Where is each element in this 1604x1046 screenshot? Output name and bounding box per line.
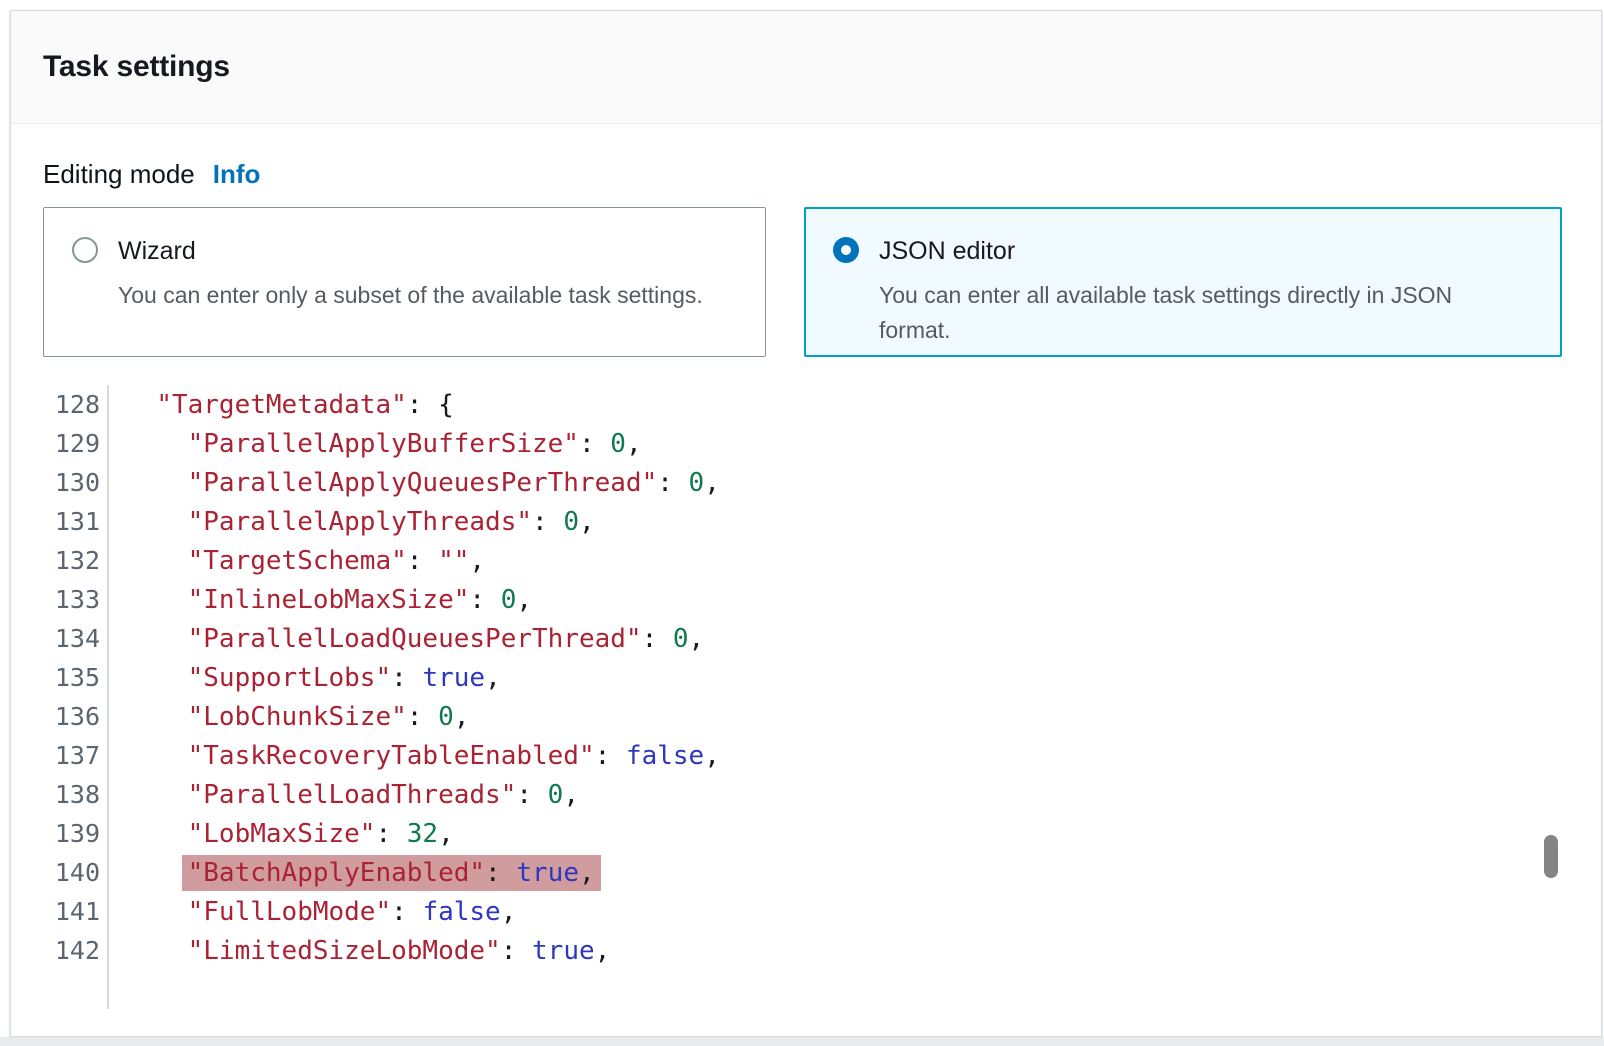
line-number: 134 xyxy=(43,624,100,653)
json-value: { xyxy=(438,390,454,420)
json-value: "" xyxy=(438,546,469,576)
code-line[interactable]: 138 "ParallelLoadThreads": 0, xyxy=(43,775,1569,814)
line-number: 132 xyxy=(43,546,100,575)
json-value: 0 xyxy=(438,702,454,732)
code-text: "SupportLobs": true, xyxy=(109,663,501,693)
code-text: "ParallelApplyThreads": 0, xyxy=(109,507,595,537)
json-key: "ParallelApplyThreads" xyxy=(188,507,532,537)
json-value: 0 xyxy=(673,624,689,654)
task-settings-panel: Task settings Editing mode Info Wizard Y… xyxy=(10,10,1602,1037)
json-value: true xyxy=(516,858,579,888)
json-editor[interactable]: 128 "TargetMetadata": {129 "ParallelAppl… xyxy=(43,385,1569,1009)
code-line[interactable]: 137 "TaskRecoveryTableEnabled": false, xyxy=(43,736,1569,775)
code-line[interactable]: 139 "LobMaxSize": 32, xyxy=(43,814,1569,853)
json-value: 0 xyxy=(501,585,517,615)
json-key: "LobMaxSize" xyxy=(188,819,376,849)
tile-json-editor[interactable]: JSON editor You can enter all available … xyxy=(804,207,1562,357)
json-key: "ParallelLoadQueuesPerThread" xyxy=(188,624,642,654)
panel-header: Task settings xyxy=(11,11,1601,124)
wizard-title: Wizard xyxy=(118,236,703,266)
code-line[interactable]: 142 "LimitedSizeLobMode": true, xyxy=(43,931,1569,970)
json-value: true xyxy=(422,663,485,693)
json-editor-radio[interactable] xyxy=(833,237,859,263)
code-line[interactable]: 141 "FullLobMode": false, xyxy=(43,892,1569,931)
json-key: "InlineLobMaxSize" xyxy=(188,585,470,615)
json-key: "LobChunkSize" xyxy=(188,702,407,732)
json-key: "ParallelLoadThreads" xyxy=(188,780,517,810)
json-key: "TaskRecoveryTableEnabled" xyxy=(188,741,595,771)
code-text: "InlineLobMaxSize": 0, xyxy=(109,585,532,615)
line-number: 131 xyxy=(43,507,100,536)
json-key: "TargetMetadata" xyxy=(156,390,406,420)
line-number: 141 xyxy=(43,897,100,926)
code-line[interactable]: 134 "ParallelLoadQueuesPerThread": 0, xyxy=(43,619,1569,658)
code-line[interactable]: 133 "InlineLobMaxSize": 0, xyxy=(43,580,1569,619)
json-value: false xyxy=(422,897,500,927)
code-lines: 128 "TargetMetadata": {129 "ParallelAppl… xyxy=(43,385,1569,1009)
json-value: 0 xyxy=(610,429,626,459)
line-number: 142 xyxy=(43,936,100,965)
code-text: "TargetMetadata": { xyxy=(109,390,454,420)
code-text: "FullLobMode": false, xyxy=(109,897,516,927)
code-line[interactable]: 140 "BatchApplyEnabled": true, xyxy=(43,853,1569,892)
code-line[interactable]: 135 "SupportLobs": true, xyxy=(43,658,1569,697)
code-text: "TargetSchema": "", xyxy=(109,546,485,576)
json-value: true xyxy=(532,936,595,966)
code-text: "BatchApplyEnabled": true, xyxy=(109,858,595,888)
highlighted-code: "BatchApplyEnabled": true, xyxy=(182,855,601,891)
json-editor-title: JSON editor xyxy=(879,236,1524,266)
line-number: 129 xyxy=(43,429,100,458)
json-value: 0 xyxy=(563,507,579,537)
code-line[interactable]: 131 "ParallelApplyThreads": 0, xyxy=(43,502,1569,541)
code-line[interactable]: 129 "ParallelApplyBufferSize": 0, xyxy=(43,424,1569,463)
json-key: "FullLobMode" xyxy=(188,897,392,927)
code-text: "ParallelLoadThreads": 0, xyxy=(109,780,579,810)
code-line[interactable]: 130 "ParallelApplyQueuesPerThread": 0, xyxy=(43,463,1569,502)
json-key: "BatchApplyEnabled" xyxy=(188,858,485,888)
json-key: "TargetSchema" xyxy=(188,546,407,576)
json-value: 0 xyxy=(689,468,705,498)
code-line[interactable]: 136 "LobChunkSize": 0, xyxy=(43,697,1569,736)
page-title: Task settings xyxy=(43,50,230,84)
json-value: 0 xyxy=(548,780,564,810)
code-text: "LobChunkSize": 0, xyxy=(109,702,469,732)
json-value: 32 xyxy=(407,819,438,849)
wizard-radio[interactable] xyxy=(72,237,98,263)
line-number: 138 xyxy=(43,780,100,809)
json-key: "SupportLobs" xyxy=(188,663,392,693)
code-text: "ParallelApplyBufferSize": 0, xyxy=(109,429,642,459)
editing-mode-row: Editing mode Info xyxy=(43,159,1569,190)
code-text: "LimitedSizeLobMode": true, xyxy=(109,936,610,966)
line-number: 133 xyxy=(43,585,100,614)
code-text: "ParallelLoadQueuesPerThread": 0, xyxy=(109,624,704,654)
line-number: 128 xyxy=(43,390,100,419)
gutter-divider xyxy=(107,970,109,1009)
wizard-description: You can enter only a subset of the avail… xyxy=(118,278,703,313)
scrollbar-thumb[interactable] xyxy=(1544,835,1558,878)
editing-mode-tiles: Wizard You can enter only a subset of th… xyxy=(43,207,1569,357)
info-link[interactable]: Info xyxy=(213,159,261,190)
code-line[interactable] xyxy=(43,970,1569,1009)
line-number: 135 xyxy=(43,663,100,692)
line-number: 130 xyxy=(43,468,100,497)
code-line[interactable]: 128 "TargetMetadata": { xyxy=(43,385,1569,424)
editing-mode-label: Editing mode xyxy=(43,159,195,190)
line-number: 140 xyxy=(43,858,100,887)
code-text: "ParallelApplyQueuesPerThread": 0, xyxy=(109,468,720,498)
code-line[interactable]: 132 "TargetSchema": "", xyxy=(43,541,1569,580)
line-number: 136 xyxy=(43,702,100,731)
json-key: "ParallelApplyBufferSize" xyxy=(188,429,579,459)
tile-wizard[interactable]: Wizard You can enter only a subset of th… xyxy=(43,207,766,357)
page-background-strip xyxy=(0,1037,1604,1046)
json-editor-description: You can enter all available task setting… xyxy=(879,278,1524,348)
json-value: false xyxy=(626,741,704,771)
json-key: "LimitedSizeLobMode" xyxy=(188,936,501,966)
line-number: 137 xyxy=(43,741,100,770)
code-text: "TaskRecoveryTableEnabled": false, xyxy=(109,741,720,771)
panel-body: Editing mode Info Wizard You can enter o… xyxy=(11,159,1601,1009)
line-number: 139 xyxy=(43,819,100,848)
json-key: "ParallelApplyQueuesPerThread" xyxy=(188,468,658,498)
code-text: "LobMaxSize": 32, xyxy=(109,819,454,849)
